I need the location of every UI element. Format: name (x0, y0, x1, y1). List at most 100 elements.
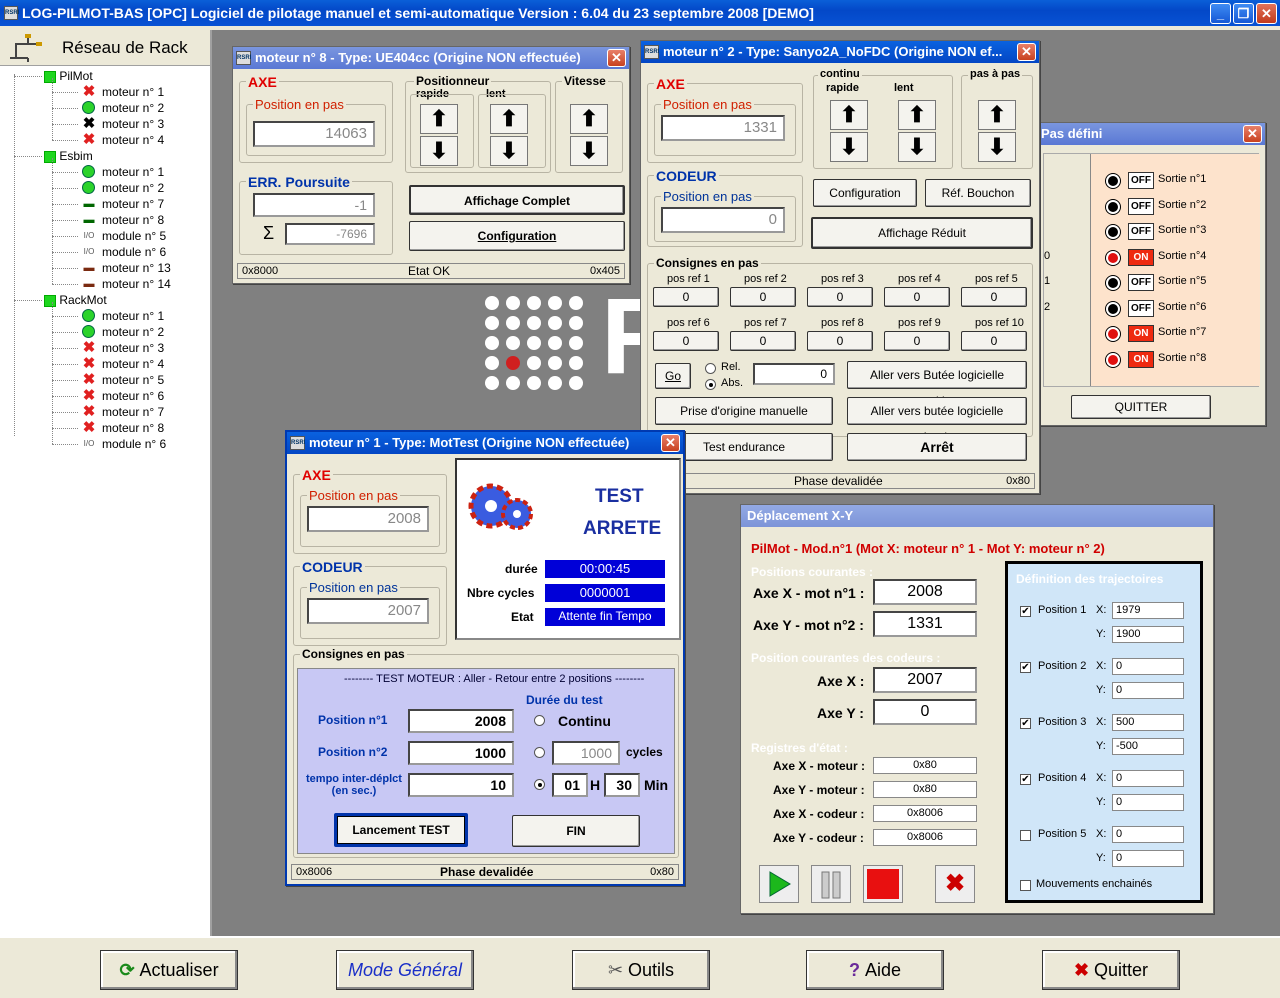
tree-item[interactable]: module n° 5 (102, 228, 166, 244)
pos-ref-button[interactable]: 0 (807, 287, 873, 307)
position-checkbox[interactable]: ✔ (1020, 774, 1031, 785)
arret-button[interactable]: Arrêt (847, 433, 1027, 461)
tree-item[interactable]: moteur n° 4 (102, 356, 164, 372)
tree-group[interactable]: RackMot (44, 292, 107, 308)
tree-item[interactable]: moteur n° 1 (102, 84, 164, 100)
lent-down-button[interactable]: ⬇ (490, 136, 528, 166)
tree-item[interactable]: module n° 6 (102, 244, 166, 260)
lent-up-button[interactable]: ⬆ (490, 104, 528, 134)
pause-button[interactable] (811, 865, 851, 903)
go-button[interactable]: Go (655, 363, 691, 389)
play-button[interactable] (759, 865, 799, 903)
output-toggle[interactable]: OFF (1128, 172, 1154, 189)
tree-item[interactable]: moteur n° 8 (102, 212, 164, 228)
position-y-input[interactable]: -500 (1112, 738, 1184, 755)
output-toggle[interactable]: OFF (1128, 299, 1154, 317)
pos-ref-button[interactable]: 0 (653, 287, 719, 307)
ref-bouchon-button[interactable]: Réf. Bouchon (925, 179, 1031, 207)
tree-item[interactable]: moteur n° 1 (102, 308, 164, 324)
tree-item[interactable]: module n° 6 (102, 436, 166, 452)
abs-radio[interactable] (705, 379, 716, 390)
rapide-down-button[interactable]: ⬇ (420, 136, 458, 166)
position-x-input[interactable]: 0 (1112, 658, 1184, 675)
aide-button[interactable]: ? Aide (806, 950, 944, 990)
position-checkbox[interactable] (1020, 830, 1031, 841)
position-x-input[interactable]: 0 (1112, 826, 1184, 843)
lent-down-button[interactable]: ⬇ (898, 132, 936, 162)
duration-radio[interactable] (534, 779, 545, 790)
pos-ref-button[interactable]: 0 (807, 331, 873, 351)
cycles-input[interactable]: 1000 (552, 741, 620, 765)
position1-input[interactable]: 2008 (408, 709, 514, 733)
affichage-complet-button[interactable]: Affichage Complet (409, 185, 625, 215)
tree-item[interactable]: moteur n° 3 (102, 340, 164, 356)
motor8-close-button[interactable]: ✕ (607, 49, 626, 67)
pos-ref-button[interactable]: 0 (653, 331, 719, 351)
position-y-input[interactable]: 1900 (1112, 626, 1184, 643)
tree-item[interactable]: moteur n° 3 (102, 116, 164, 132)
motor8-configuration-button[interactable]: Configuration (409, 221, 625, 251)
rapide-down-button[interactable]: ⬇ (830, 132, 868, 162)
output-toggle[interactable]: ON (1128, 350, 1154, 368)
output-toggle[interactable]: OFF (1128, 274, 1154, 291)
rapide-up-button[interactable]: ⬆ (420, 104, 458, 134)
position-x-input[interactable]: 1979 (1112, 602, 1184, 619)
minimize-button[interactable]: _ (1210, 3, 1231, 24)
tree-item[interactable]: moteur n° 6 (102, 388, 164, 404)
position-x-input[interactable]: 500 (1112, 714, 1184, 731)
fin-button[interactable]: FIN (512, 815, 640, 847)
position-checkbox[interactable]: ✔ (1020, 606, 1031, 617)
mode-general-button[interactable]: Mode Général (336, 950, 474, 990)
actualiser-button[interactable]: ⟳ Actualiser (100, 950, 238, 990)
motor2-close-button[interactable]: ✕ (1017, 43, 1036, 61)
lancement-test-button[interactable]: Lancement TEST (334, 813, 468, 847)
pas-up-button[interactable]: ⬆ (978, 100, 1016, 130)
tree-item[interactable]: moteur n° 5 (102, 372, 164, 388)
vitesse-up-button[interactable]: ⬆ (570, 104, 608, 134)
continu-radio[interactable] (534, 715, 545, 726)
butee-negative-button[interactable]: Aller vers butée logicielle négative (847, 397, 1027, 444)
tree-item[interactable]: moteur n° 2 (102, 324, 164, 340)
minutes-input[interactable]: 30 (604, 773, 640, 797)
tree-item[interactable]: moteur n° 2 (102, 180, 164, 196)
position-y-input[interactable]: 0 (1112, 682, 1184, 699)
pos-ref-button[interactable]: 0 (884, 331, 950, 351)
pos-ref-button[interactable]: 0 (961, 287, 1027, 307)
affichage-reduit-button[interactable]: Affichage Réduit (811, 217, 1033, 249)
pos-ref-button[interactable]: 0 (730, 331, 796, 351)
motor1-close-button[interactable]: ✕ (661, 434, 680, 452)
rel-radio[interactable] (705, 363, 716, 374)
cycles-radio[interactable] (534, 747, 545, 758)
output-toggle[interactable]: OFF (1128, 197, 1154, 215)
tree-item[interactable]: moteur n° 7 (102, 404, 164, 420)
pos-ref-button[interactable]: 0 (961, 331, 1027, 351)
output-toggle[interactable]: ON (1128, 248, 1154, 266)
go-value-input[interactable]: 0 (753, 363, 835, 385)
position-checkbox[interactable]: ✔ (1020, 718, 1031, 729)
tree-item[interactable]: moteur n° 2 (102, 100, 164, 116)
lent-up-button[interactable]: ⬆ (898, 100, 936, 130)
pas-down-button[interactable]: ⬇ (978, 132, 1016, 162)
vitesse-down-button[interactable]: ⬇ (570, 136, 608, 166)
motor2-configuration-button[interactable]: Configuration (813, 179, 917, 207)
rapide-up-button[interactable]: ⬆ (830, 100, 868, 130)
outputs-close-button[interactable]: ✕ (1243, 125, 1262, 143)
position-x-input[interactable]: 0 (1112, 770, 1184, 787)
position2-input[interactable]: 1000 (408, 741, 514, 765)
position-y-input[interactable]: 0 (1112, 794, 1184, 811)
butee-positive-button[interactable]: Aller vers Butée logicielle positive (847, 361, 1027, 408)
output-toggle[interactable]: ON (1128, 325, 1154, 342)
prise-origine-button[interactable]: Prise d'origine manuelle (655, 397, 833, 425)
tree-item[interactable]: moteur n° 4 (102, 132, 164, 148)
tree-item[interactable]: moteur n° 1 (102, 164, 164, 180)
cancel-icon[interactable]: ✖ (935, 865, 975, 903)
chain-checkbox[interactable] (1020, 880, 1031, 891)
position-y-input[interactable]: 0 (1112, 850, 1184, 867)
tree-item[interactable]: moteur n° 7 (102, 196, 164, 212)
tree-item[interactable]: moteur n° 8 (102, 420, 164, 436)
tempo-input[interactable]: 10 (408, 773, 514, 797)
tree-item[interactable]: moteur n° 14 (102, 276, 171, 292)
output-toggle[interactable]: OFF (1128, 223, 1154, 240)
outils-button[interactable]: ✂ Outils (572, 950, 710, 990)
close-button[interactable]: ✕ (1256, 3, 1277, 24)
